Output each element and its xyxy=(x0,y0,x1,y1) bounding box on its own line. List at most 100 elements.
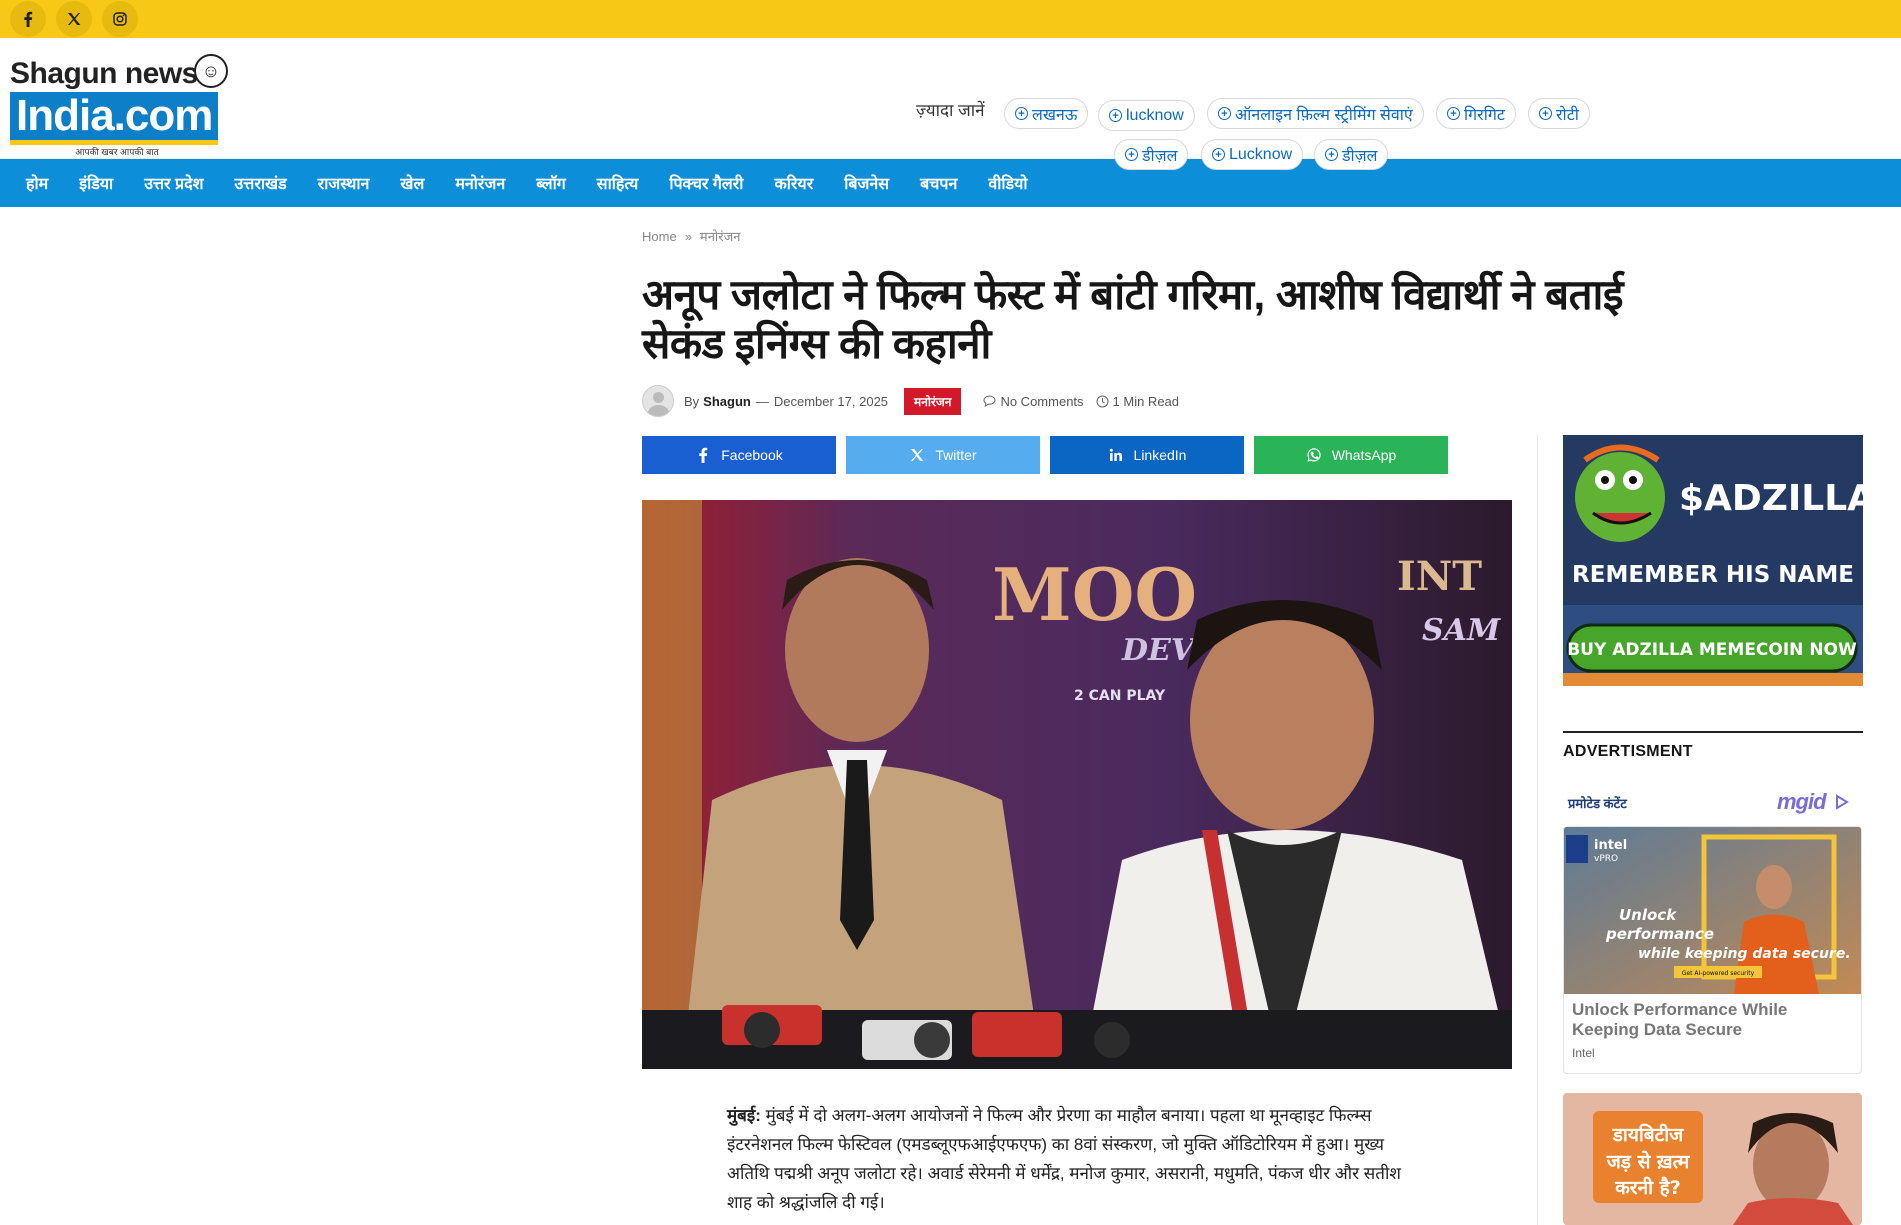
mgid-play-icon[interactable] xyxy=(1834,794,1850,810)
nav-item-career[interactable]: करियर xyxy=(774,172,813,194)
intel-overlay-badge: Get AI-powered security xyxy=(1682,970,1755,977)
linkedin-icon xyxy=(1109,448,1122,461)
topic-pill-label: डीज़ल xyxy=(1142,147,1178,165)
share-linkedin-button[interactable]: LinkedIn xyxy=(1050,436,1244,474)
plus-circle-icon: + xyxy=(1125,148,1138,161)
mgid-logo[interactable]: mgid xyxy=(1777,789,1827,815)
breadcrumb-current[interactable]: मनोरंजन xyxy=(700,229,741,244)
category-badge[interactable]: मनोरंजन xyxy=(904,387,962,415)
site-header: Shagun news India.com आपकी खबर आपकी बात … xyxy=(0,38,1901,170)
promoted-card-2[interactable]: डायबिटीज जड़ से ख़त्म करनी है? xyxy=(1563,1093,1862,1225)
promoted-card-title[interactable]: Unlock Performance While Keeping Data Se… xyxy=(1564,994,1861,1040)
share-whatsapp-label: WhatsApp xyxy=(1331,447,1397,463)
plus-circle-icon: + xyxy=(1212,148,1225,161)
advertisement-divider xyxy=(1563,731,1863,733)
nav-item-business[interactable]: बिजनेस xyxy=(844,172,889,194)
clock-icon xyxy=(1096,395,1109,407)
intel-brand-line2: vPRO xyxy=(1594,854,1618,864)
logo-text-line2: India.com xyxy=(10,92,219,145)
logo-mascot-icon: ☺ xyxy=(194,54,228,88)
top-social-bar xyxy=(0,0,1901,38)
adzilla-ad-graphic: $ADZILLA REMEMBER HIS NAME BUY ADZILLA M… xyxy=(1563,435,1863,686)
article-body-paragraph: मुंबई: मुंबई में दो अलग-अलग आयोजनों ने फ… xyxy=(727,1101,1427,1217)
intel-brand-line1: intel xyxy=(1594,838,1627,853)
nav-item-picture-gallery[interactable]: पिक्चर गैलरी xyxy=(669,172,743,194)
topic-pill[interactable]: + Lucknow xyxy=(1201,139,1304,170)
backdrop-text: SAM xyxy=(1422,613,1501,648)
share-twitter-button[interactable]: Twitter xyxy=(846,436,1040,474)
plus-circle-icon: + xyxy=(1015,107,1028,120)
diabetes-text-l3: करनी है? xyxy=(1614,1176,1681,1199)
plus-circle-icon: + xyxy=(1539,107,1552,120)
topic-pill-label: lucknow xyxy=(1126,106,1184,124)
breadcrumb: Home » मनोरंजन xyxy=(642,227,740,245)
backdrop-text: INT xyxy=(1397,553,1482,600)
promoted-card[interactable]: intel vPRO Unlock performance while keep… xyxy=(1563,826,1862,1074)
share-facebook-label: Facebook xyxy=(721,447,783,463)
topic-pill[interactable]: + डीज़ल xyxy=(1314,139,1389,170)
facebook-icon[interactable] xyxy=(10,1,46,37)
comments-link[interactable]: No Comments xyxy=(983,393,1084,409)
article-body-text: मुंबई में दो अलग-अलग आयोजनों ने फिल्म और… xyxy=(727,1106,1401,1212)
topic-pill-label: रोटी xyxy=(1556,106,1579,124)
explore-label: ज़्यादा जानें xyxy=(916,101,985,120)
plus-circle-icon: + xyxy=(1218,107,1231,120)
topic-pill[interactable]: + गिरगिट xyxy=(1436,98,1516,129)
site-logo[interactable]: Shagun news India.com आपकी खबर आपकी बात … xyxy=(10,54,228,176)
article-featured-image[interactable]: MOO INT DEV 2 CAN PLAY SAM xyxy=(642,500,1512,1069)
read-time-label: 1 Min Read xyxy=(1112,393,1180,409)
diabetes-text-l2: जड़ से ख़त्म xyxy=(1606,1150,1690,1173)
comments-count: No Comments xyxy=(1000,393,1084,409)
featured-photo: MOO INT DEV 2 CAN PLAY SAM xyxy=(642,500,1512,1069)
nav-item-sports[interactable]: खेल xyxy=(400,172,424,194)
meta-dash: — xyxy=(755,393,769,409)
share-buttons: Facebook Twitter LinkedIn WhatsApp xyxy=(642,436,1448,474)
facebook-icon xyxy=(699,447,708,463)
nav-item-video[interactable]: वीडियो xyxy=(988,172,1027,194)
breadcrumb-home-link[interactable]: Home xyxy=(642,229,677,244)
article-title: अनूप जलोटा ने फिल्म फेस्ट में बांटी गरिम… xyxy=(642,271,1624,367)
plus-circle-icon: + xyxy=(1109,109,1122,122)
article-meta: By Shagun — December 17, 2025 मनोरंजन No… xyxy=(642,385,1179,417)
promoted-card-source: Intel xyxy=(1572,1046,1595,1060)
advertisement-heading: ADVERTISMENT xyxy=(1563,743,1693,760)
read-time: 1 Min Read xyxy=(1096,394,1179,409)
promoted-card-image: intel vPRO Unlock performance while keep… xyxy=(1564,827,1861,994)
main-nav: होम इंडिया उत्तर प्रदेश उत्तराखंड राजस्थ… xyxy=(0,159,1901,207)
nav-item-entertainment[interactable]: मनोरंजन xyxy=(455,172,505,194)
intel-overlay-l3: while keeping data secure. xyxy=(1638,946,1851,962)
topic-pill[interactable]: + lucknow xyxy=(1098,100,1195,131)
topic-pill[interactable]: + लखनऊ xyxy=(1004,98,1089,129)
x-icon xyxy=(911,449,924,461)
topic-pill[interactable]: + डीज़ल xyxy=(1114,139,1189,170)
topic-pill-label: गिरगिट xyxy=(1464,106,1505,124)
sidebar-ad-banner[interactable]: $ADZILLA REMEMBER HIS NAME BUY ADZILLA M… xyxy=(1563,435,1863,686)
publish-date: December 17, 2025 xyxy=(773,393,889,409)
nav-item-literature[interactable]: साहित्य xyxy=(597,172,639,194)
topic-pill[interactable]: + ऑनलाइन फ़िल्म स्ट्रीमिंग सेवाएं xyxy=(1207,98,1424,129)
nav-item-blog[interactable]: ब्लॉग xyxy=(536,172,566,194)
author-name[interactable]: Shagun xyxy=(703,394,751,409)
share-facebook-button[interactable]: Facebook xyxy=(642,436,836,474)
logo-text-line1: Shagun news xyxy=(10,57,198,90)
topic-pill[interactable]: + रोटी xyxy=(1528,98,1590,129)
x-icon[interactable] xyxy=(56,1,92,37)
nav-item-uttarakhand[interactable]: उत्तराखंड xyxy=(235,172,287,194)
instagram-icon[interactable] xyxy=(102,1,138,37)
article-dateline: मुंबई: xyxy=(727,1106,761,1125)
backdrop-text: MOO xyxy=(992,552,1197,637)
diabetes-ad-graphic: डायबिटीज जड़ से ख़त्म करनी है? xyxy=(1563,1093,1862,1225)
intel-overlay-l1: Unlock xyxy=(1619,906,1677,924)
logo-tagline: आपकी खबर आपकी बात xyxy=(75,147,159,157)
comment-icon xyxy=(983,395,996,407)
intel-ad-graphic: intel vPRO Unlock performance while keep… xyxy=(1564,827,1861,994)
nav-item-rajasthan[interactable]: राजस्थान xyxy=(318,172,370,194)
share-twitter-label: Twitter xyxy=(935,447,977,463)
ad-brand: $ADZILLA xyxy=(1679,478,1863,519)
whatsapp-icon xyxy=(1307,448,1321,462)
by-label: By xyxy=(684,393,700,409)
share-whatsapp-button[interactable]: WhatsApp xyxy=(1254,436,1448,474)
nav-item-childhood[interactable]: बचपन xyxy=(920,172,957,194)
author-avatar[interactable] xyxy=(642,385,674,417)
plus-circle-icon: + xyxy=(1447,107,1460,120)
